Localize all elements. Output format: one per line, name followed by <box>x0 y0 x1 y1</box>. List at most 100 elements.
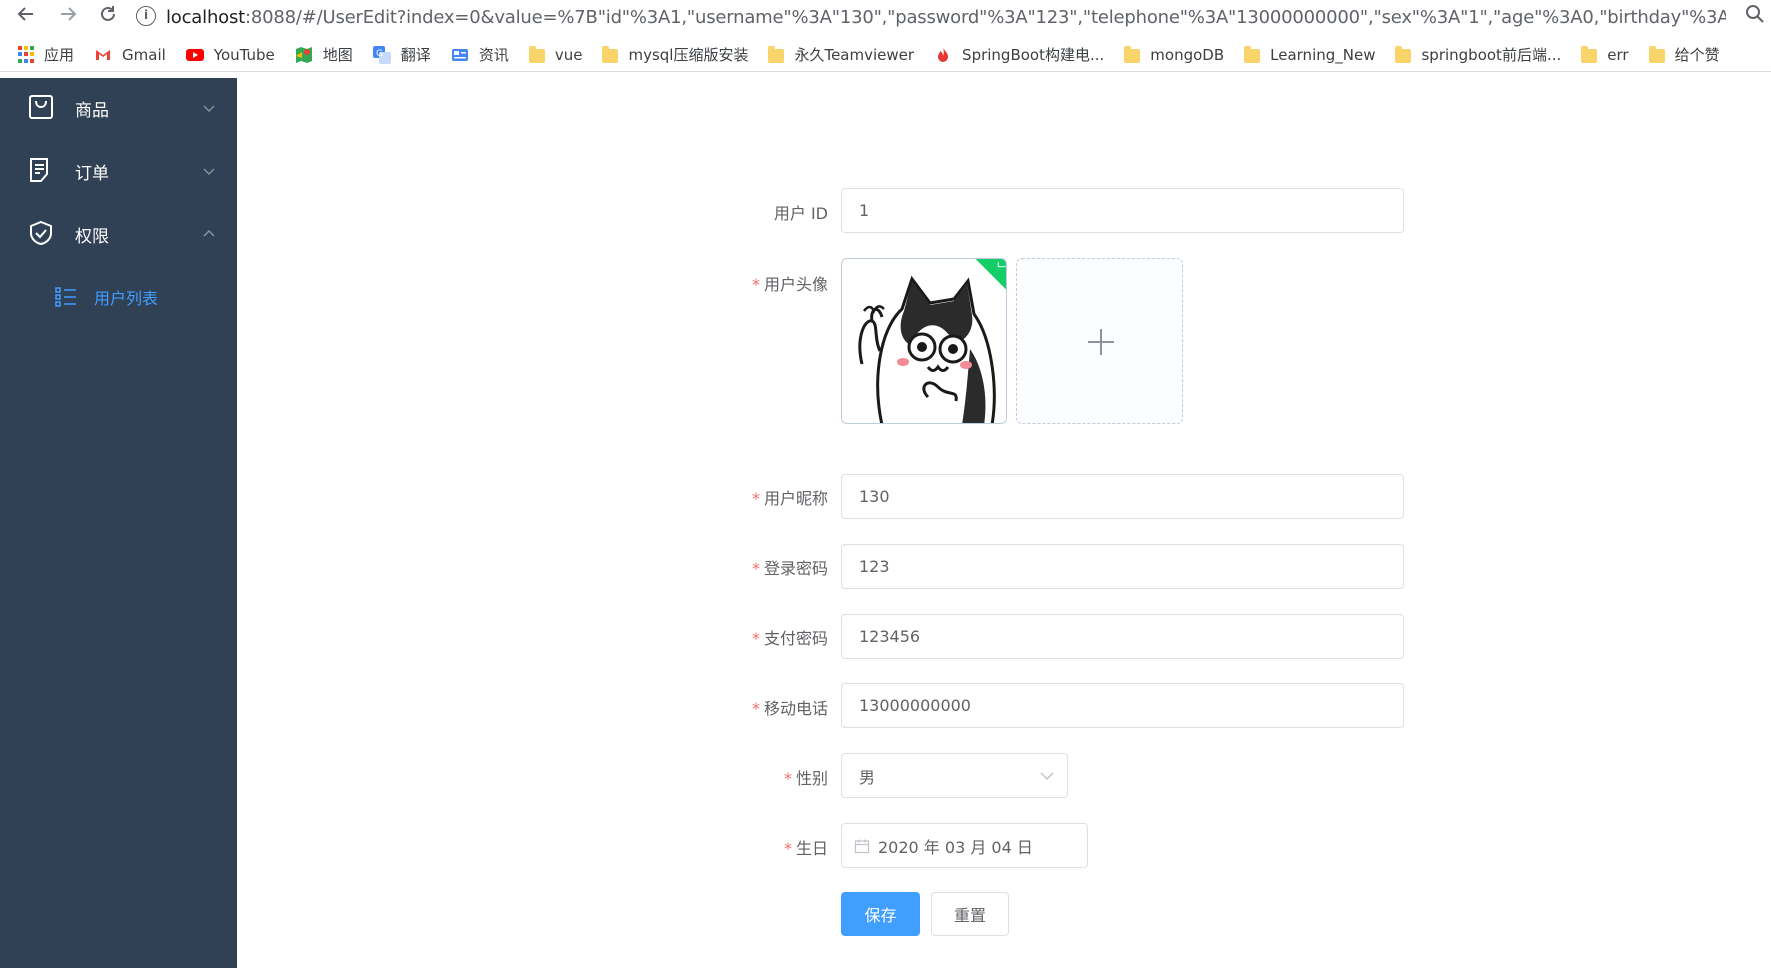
sidebar-item-label: 权限 <box>75 226 109 247</box>
folder-icon <box>1124 45 1141 63</box>
chevron-down-icon <box>203 105 215 112</box>
reload-icon <box>101 6 115 21</box>
folder-icon <box>768 45 785 63</box>
bookmark-apps[interactable]: 应用 <box>18 44 74 65</box>
gender-selected-value: 男 <box>859 767 876 787</box>
search-icon[interactable] <box>1745 4 1765 24</box>
reset-button[interactable]: 重置 <box>931 892 1009 936</box>
pay-password-field[interactable] <box>841 614 1404 659</box>
gender-select[interactable]: 男 <box>841 753 1068 798</box>
bookmark-label: Learning_New <box>1270 45 1376 64</box>
sidebar-item-label: 商品 <box>75 100 109 121</box>
login-password-field[interactable] <box>841 544 1404 589</box>
bookmark-label: mongoDB <box>1150 45 1225 64</box>
bookmark-label: 资讯 <box>478 46 509 64</box>
bookmarks-bar: 应用 Gmail YouTube 地图 G 翻译 资讯 vue mysql压缩版… <box>0 38 1771 72</box>
bookmark-folder[interactable]: springboot前后端... <box>1395 44 1561 65</box>
sidebar: 商品 订单 权限 用户列表 <box>0 78 237 968</box>
bookmark-youtube[interactable]: YouTube <box>185 45 275 64</box>
mobile-field[interactable] <box>841 683 1404 728</box>
bookmark-label: 应用 <box>44 46 75 64</box>
sidebar-item-label: 订单 <box>75 163 109 184</box>
gender-label: * 性别 <box>783 769 828 788</box>
folder-icon <box>1581 45 1598 63</box>
bookmark-folder[interactable]: Learning_New <box>1244 45 1376 64</box>
folder-icon <box>528 45 545 63</box>
calendar-icon <box>854 839 870 853</box>
svg-text:G: G <box>376 49 383 59</box>
maps-icon <box>295 46 312 63</box>
list-icon <box>55 287 76 307</box>
bookmark-folder[interactable]: mongoDB <box>1124 45 1225 64</box>
save-button[interactable]: 保存 <box>841 892 920 936</box>
bookmark-folder[interactable]: vue <box>528 45 583 64</box>
avatar-upload-button[interactable] <box>1016 258 1183 424</box>
sidebar-subitem-label: 用户列表 <box>94 289 159 308</box>
user-id-label: 用户 ID <box>773 204 828 223</box>
shield-icon <box>30 220 52 246</box>
arrow-left-icon <box>17 7 33 21</box>
url-field[interactable]: i localhost:8088/#/UserEdit?index=0&valu… <box>136 1 1771 31</box>
sidebar-item-permissions[interactable]: 权限 <box>0 206 237 262</box>
nickname-field[interactable] <box>841 474 1404 519</box>
login-password-label: * 登录密码 <box>751 559 828 578</box>
nickname-label: * 用户昵称 <box>751 489 828 508</box>
document-icon <box>30 158 48 182</box>
folder-icon <box>1244 45 1261 63</box>
url-host: localhost <box>166 7 245 28</box>
bookmark-translate[interactable]: G 翻译 <box>372 44 431 65</box>
bookmark-springboot[interactable]: SpringBoot构建电... <box>934 44 1104 65</box>
birthday-value: 2020 年 03 月 04 日 <box>878 837 1033 857</box>
bookmark-folder[interactable]: err <box>1581 45 1629 64</box>
bookmark-folder[interactable]: 给个赞 <box>1648 44 1720 65</box>
sidebar-subitem-user-list[interactable]: 用户列表 <box>0 269 237 325</box>
cat-avatar-icon <box>858 275 996 423</box>
forward-button[interactable] <box>56 4 80 28</box>
bookmark-folder[interactable]: mysql压缩版安装 <box>602 44 748 65</box>
bookmark-label: 翻译 <box>400 46 431 64</box>
avatar-label: * 用户头像 <box>751 275 828 294</box>
bookmark-label: 地图 <box>322 46 353 64</box>
url-path: :8088/#/UserEdit?index=0&value=%7B"id"%3… <box>245 7 1726 28</box>
bookmark-folder[interactable]: 永久Teamviewer <box>768 44 914 65</box>
flame-icon <box>938 46 949 62</box>
reload-button[interactable] <box>96 4 120 28</box>
translate-icon: G <box>372 45 391 64</box>
apps-grid-icon <box>18 45 34 64</box>
gmail-icon <box>96 49 111 60</box>
login-password-input[interactable] <box>859 557 1403 576</box>
arrow-right-icon <box>61 7 77 21</box>
bookmark-label: 永久Teamviewer <box>794 46 915 64</box>
mobile-label: * 移动电话 <box>751 699 828 718</box>
chevron-up-icon <box>203 230 215 237</box>
bookmark-label: SpringBoot构建电... <box>962 46 1105 64</box>
user-id-field[interactable] <box>841 188 1404 233</box>
folder-icon <box>1395 45 1412 63</box>
bookmark-label: Gmail <box>122 45 166 64</box>
pay-password-label: * 支付密码 <box>751 629 828 648</box>
mobile-input[interactable] <box>859 696 1403 715</box>
check-icon <box>997 262 1006 268</box>
user-id-input[interactable] <box>859 201 1403 220</box>
youtube-icon <box>185 48 204 61</box>
chevron-down-icon <box>203 168 215 175</box>
sidebar-item-orders[interactable]: 订单 <box>0 143 237 199</box>
url-text[interactable]: localhost:8088/#/UserEdit?index=0&value=… <box>166 3 1726 29</box>
folder-icon <box>1648 45 1665 63</box>
chevron-down-icon <box>1040 772 1054 781</box>
sidebar-item-goods[interactable]: 商品 <box>0 80 237 136</box>
avatar-image[interactable] <box>841 258 1007 424</box>
nickname-input[interactable] <box>859 487 1403 506</box>
news-icon <box>451 48 468 61</box>
pay-password-input[interactable] <box>859 627 1403 646</box>
bookmark-news[interactable]: 资讯 <box>451 44 509 65</box>
address-bar: i localhost:8088/#/UserEdit?index=0&valu… <box>0 0 1771 32</box>
info-icon[interactable]: i <box>136 6 156 26</box>
folder-icon <box>602 45 619 63</box>
back-button[interactable] <box>14 4 38 28</box>
bookmark-label: vue <box>554 45 583 64</box>
birthday-picker[interactable]: 2020 年 03 月 04 日 <box>841 823 1088 868</box>
bookmark-gmail[interactable]: Gmail <box>94 46 166 64</box>
bookmark-maps[interactable]: 地图 <box>295 44 353 65</box>
bookmark-label: YouTube <box>213 45 275 64</box>
